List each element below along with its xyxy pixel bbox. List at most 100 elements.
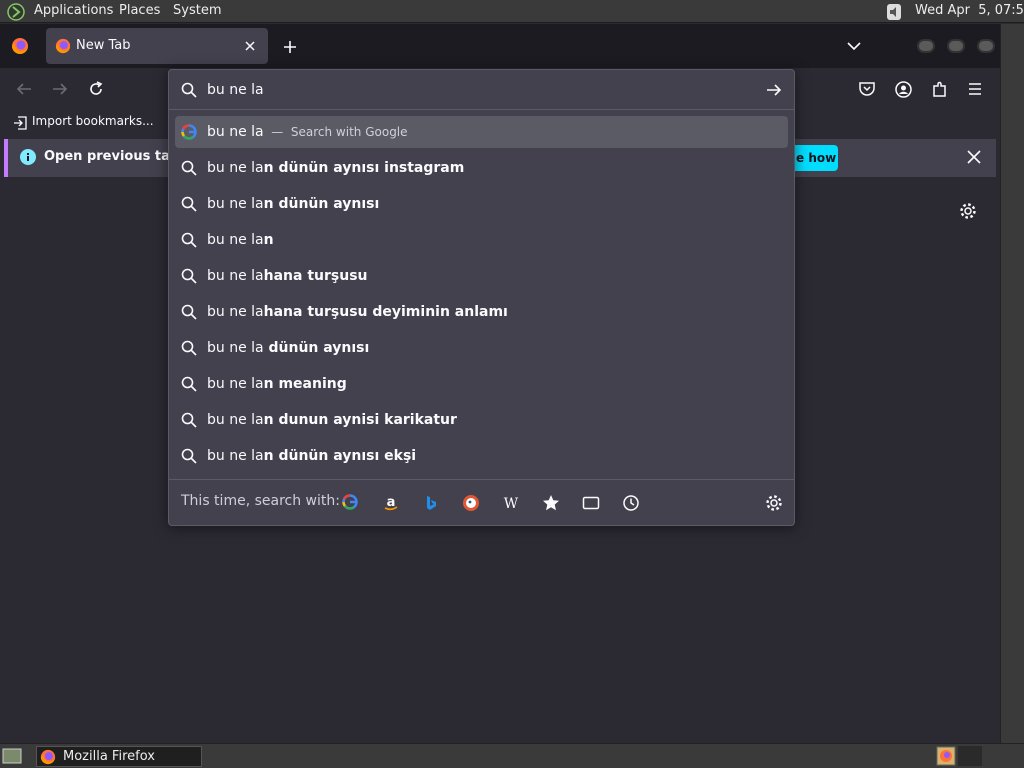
pocket-icon[interactable] xyxy=(858,81,876,97)
wikipedia-icon[interactable]: W xyxy=(502,494,522,514)
firefox-tab-icon xyxy=(55,38,71,54)
reload-icon[interactable] xyxy=(88,81,104,97)
bottom-taskbar: Mozilla Firefox xyxy=(0,743,1024,768)
suggestion-typed: bu ne la xyxy=(207,124,264,140)
list-all-tabs-chevron-down-icon[interactable] xyxy=(846,40,862,52)
show-desktop-icon[interactable] xyxy=(2,748,22,764)
go-arrow-icon[interactable] xyxy=(766,83,782,97)
suggestion-row[interactable]: bu ne lan dünün aynısı xyxy=(175,188,788,220)
search-icon xyxy=(181,268,197,284)
account-icon[interactable] xyxy=(895,81,912,98)
suggestion-action: Search with Google xyxy=(290,125,408,139)
search-icon xyxy=(181,412,197,428)
google-icon xyxy=(181,124,197,140)
suggestion-completion: hana turşusu xyxy=(263,268,368,284)
suggestion-typed: bu ne la xyxy=(207,304,264,320)
search-icon xyxy=(181,196,197,212)
search-icon xyxy=(181,376,197,392)
suggestion-completion: n meaning xyxy=(263,376,347,392)
top-panel: Applications Places System Wed Apr 5, 07… xyxy=(0,0,1024,23)
forward-arrow-icon[interactable] xyxy=(52,82,68,96)
suggestion-search-with-google[interactable]: bu ne la — Search with Google xyxy=(175,116,788,148)
google-icon[interactable] xyxy=(342,494,362,514)
close-window-button[interactable] xyxy=(977,39,995,53)
one-off-search-bar: This time, search with: a W xyxy=(169,479,794,525)
suggestion-completion: n dünün aynısı xyxy=(263,196,380,212)
clock[interactable]: Wed Apr 5, 07:57 xyxy=(915,3,1024,18)
amazon-icon[interactable]: a xyxy=(382,494,402,514)
suggestion-typed: bu ne la xyxy=(207,376,264,392)
taskbar-firefox-window[interactable]: Mozilla Firefox xyxy=(36,746,202,767)
gnome-foot-icon[interactable] xyxy=(6,2,26,21)
suggestion-typed: bu ne la xyxy=(207,196,264,212)
suggestion-separator: — xyxy=(263,125,291,139)
one-off-label: This time, search with: xyxy=(181,493,340,509)
window-right-scrollbar[interactable] xyxy=(1000,24,1024,743)
maximize-window-button[interactable] xyxy=(947,39,965,53)
suggestion-completion: n xyxy=(263,232,274,248)
close-tab-icon[interactable] xyxy=(244,40,256,52)
bing-icon[interactable] xyxy=(422,494,442,514)
search-icon xyxy=(181,82,197,98)
newtab-settings-gear-icon[interactable] xyxy=(959,202,977,220)
search-icon xyxy=(181,160,197,176)
info-icon xyxy=(20,149,36,165)
minimize-window-button[interactable] xyxy=(917,39,935,53)
taskbar-window-title: Mozilla Firefox xyxy=(63,749,155,764)
firefox-taskbar-icon xyxy=(40,749,56,765)
suggestion-text: bu ne lan meaning xyxy=(207,368,347,400)
suggestion-text: bu ne lahana turşusu xyxy=(207,260,368,292)
workspace-2[interactable] xyxy=(958,746,982,766)
suggestion-row[interactable]: bu ne la dünün aynısı xyxy=(175,332,788,364)
workspace-switcher-icon[interactable] xyxy=(936,746,956,766)
tab-new-tab[interactable]: New Tab xyxy=(46,28,268,64)
suggestion-typed: bu ne la xyxy=(207,412,264,428)
suggestion-text: bu ne lan dünün aynısı ekşi xyxy=(207,440,416,472)
suggestion-text: bu ne la — Search with Google xyxy=(207,116,408,148)
suggestion-text: bu ne lahana turşusu deyiminin anlamı xyxy=(207,296,508,328)
search-icon xyxy=(181,232,197,248)
suggestion-row[interactable]: bu ne lahana turşusu deyiminin anlamı xyxy=(175,296,788,328)
suggestion-completion: n dünün aynısı instagram xyxy=(263,160,465,176)
menu-places[interactable]: Places xyxy=(119,3,160,18)
bookmarks-icon[interactable] xyxy=(542,494,562,514)
suggestion-completion: hana turşusu deyiminin anlamı xyxy=(263,304,508,320)
suggestion-typed: bu ne la xyxy=(207,448,264,464)
suggestion-text: bu ne lan dünün aynısı instagram xyxy=(207,152,464,184)
suggestion-completion: n dunun aynisi karikatur xyxy=(263,412,457,428)
extensions-puzzle-icon[interactable] xyxy=(931,81,948,98)
suggestion-completion: dünün aynısı xyxy=(263,340,370,356)
notification-show-how-button[interactable]: e how xyxy=(790,145,838,171)
suggestion-typed: bu ne la xyxy=(207,160,264,176)
close-notification-icon[interactable] xyxy=(967,150,981,164)
search-settings-gear-icon[interactable] xyxy=(765,494,783,512)
firefox-view-icon[interactable] xyxy=(11,37,29,55)
suggestion-row[interactable]: bu ne lan dunun aynisi karikatur xyxy=(175,404,788,436)
back-arrow-icon[interactable] xyxy=(16,82,32,96)
suggestion-row[interactable]: bu ne lan xyxy=(175,224,788,256)
urlbar-input[interactable] xyxy=(207,79,747,101)
suggestion-row[interactable]: bu ne lan dünün aynısı instagram xyxy=(175,152,788,184)
menu-applications[interactable]: Applications xyxy=(34,3,113,18)
suggestion-row[interactable]: bu ne lan meaning xyxy=(175,368,788,400)
duckduckgo-icon[interactable] xyxy=(462,494,482,514)
volume-icon[interactable] xyxy=(884,2,904,22)
history-icon[interactable] xyxy=(622,494,642,514)
new-tab-plus-icon[interactable] xyxy=(282,39,298,55)
search-icon xyxy=(181,304,197,320)
suggestion-typed: bu ne la xyxy=(207,232,264,248)
urlbar-dropdown: bu ne la — Search with Googlebu ne lan d… xyxy=(168,69,795,526)
search-icon xyxy=(181,448,197,464)
tabs-icon[interactable] xyxy=(582,494,602,514)
menu-system[interactable]: System xyxy=(173,3,221,18)
suggestion-row[interactable]: bu ne lahana turşusu xyxy=(175,260,788,292)
urlbar xyxy=(169,70,794,110)
suggestion-text: bu ne lan dünün aynısı xyxy=(207,188,379,220)
suggestion-text: bu ne lan xyxy=(207,224,274,256)
suggestion-text: bu ne lan dunun aynisi karikatur xyxy=(207,404,457,436)
import-bookmarks-button[interactable]: Import bookmarks... xyxy=(32,114,154,128)
suggestion-text: bu ne la dünün aynısı xyxy=(207,332,369,364)
hamburger-menu-icon[interactable] xyxy=(967,82,983,96)
suggestion-row[interactable]: bu ne lan dünün aynısı ekşi xyxy=(175,440,788,472)
suggestion-completion: n dünün aynısı ekşi xyxy=(263,448,417,464)
